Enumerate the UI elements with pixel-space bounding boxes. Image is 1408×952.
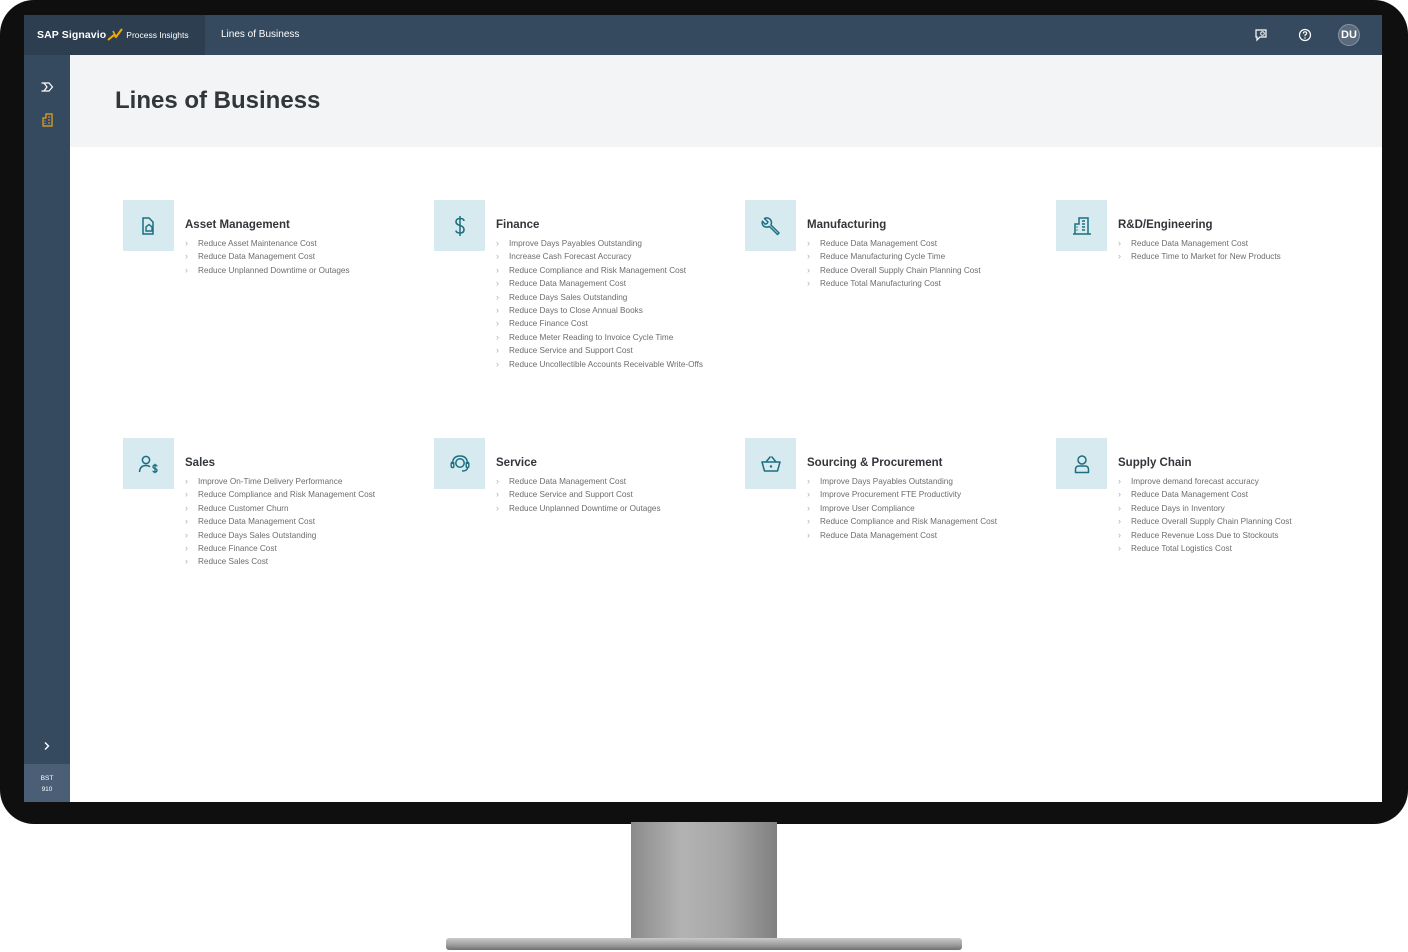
app-screen: SAP Signavio Process Insights Lines of B…: [24, 15, 1382, 802]
side-navigation: BST 910: [24, 55, 70, 802]
lob-metric-link[interactable]: Reduce Days Sales Outstanding: [496, 291, 711, 305]
lob-metric-link[interactable]: Reduce Compliance and Risk Management Co…: [185, 488, 400, 502]
lob-title: Finance: [496, 219, 540, 231]
lob-metric-list: Improve demand forecast accuracy Reduce …: [1118, 475, 1333, 556]
lob-metric-link[interactable]: Reduce Customer Churn: [185, 502, 400, 516]
monitor-stand-neck: [631, 822, 777, 942]
lob-metric-link[interactable]: Improve Days Payables Outstanding: [496, 237, 711, 251]
lob-metric-link[interactable]: Reduce Unplanned Downtime or Outages: [185, 264, 400, 278]
lob-metric-link[interactable]: Improve Days Payables Outstanding: [807, 475, 1022, 489]
lob-icon-tile: [1056, 438, 1107, 489]
lob-metric-list: Reduce Data Management Cost Reduce Servi…: [496, 475, 711, 516]
lob-metric-link[interactable]: Reduce Data Management Cost: [807, 529, 1022, 543]
lob-metric-link[interactable]: Reduce Data Management Cost: [185, 515, 400, 529]
lob-metric-link[interactable]: Reduce Sales Cost: [185, 555, 400, 569]
lob-metric-list: Reduce Data Management Cost Reduce Manuf…: [807, 237, 1022, 291]
lob-title: Service: [496, 457, 537, 469]
brand-home-link[interactable]: SAP Signavio Process Insights: [24, 15, 205, 55]
headset-icon: [450, 454, 470, 472]
signavio-logo-icon: [107, 28, 124, 42]
lob-metric-link[interactable]: Reduce Total Manufacturing Cost: [807, 277, 1022, 291]
lob-metric-link[interactable]: Reduce Days in Inventory: [1118, 502, 1333, 516]
lob-title: Sourcing & Procurement: [807, 457, 943, 469]
shell-bar: SAP Signavio Process Insights Lines of B…: [24, 15, 1382, 55]
lob-metric-link[interactable]: Reduce Uncollectible Accounts Receivable…: [496, 358, 711, 372]
page-header: Lines of Business: [70, 55, 1382, 147]
lob-title: Manufacturing: [807, 219, 887, 231]
chevron-right-icon: [44, 742, 50, 750]
lob-icon-tile: [123, 438, 174, 489]
shell-title: Lines of Business: [221, 29, 300, 40]
lob-metric-link[interactable]: Reduce Manufacturing Cycle Time: [807, 250, 1022, 264]
sidenav-item-lines-of-business[interactable]: [35, 109, 59, 131]
wrench-icon: [760, 216, 780, 235]
lob-metric-link[interactable]: Reduce Data Management Cost: [185, 250, 400, 264]
lob-metric-link[interactable]: Reduce Total Logistics Cost: [1118, 542, 1333, 556]
lob-icon-tile: [123, 200, 174, 251]
lob-icon-tile: [745, 438, 796, 489]
collapse-nav-icon: [41, 82, 54, 92]
lob-metric-link[interactable]: Improve On-Time Delivery Performance: [185, 475, 400, 489]
building-icon: [41, 113, 53, 127]
collapse-nav-button[interactable]: [35, 76, 59, 98]
lob-metric-link[interactable]: Reduce Days Sales Outstanding: [185, 529, 400, 543]
lob-metric-list: Reduce Data Management Cost Reduce Time …: [1118, 237, 1333, 264]
lob-metric-link[interactable]: Reduce Days to Close Annual Books: [496, 304, 711, 318]
lob-metric-link[interactable]: Reduce Asset Maintenance Cost: [185, 237, 400, 251]
lob-metric-link[interactable]: Reduce Service and Support Cost: [496, 344, 711, 358]
lob-icon-tile: [1056, 200, 1107, 251]
feedback-button[interactable]: [1250, 24, 1272, 46]
lob-metric-link[interactable]: Reduce Service and Support Cost: [496, 488, 711, 502]
lob-icon-tile: [434, 200, 485, 251]
lob-icon-tile: [745, 200, 796, 251]
feedback-icon: [1255, 29, 1267, 42]
expand-nav-button[interactable]: [35, 735, 59, 757]
lob-metric-link[interactable]: Reduce Data Management Cost: [496, 277, 711, 291]
asset-management-icon: [141, 216, 154, 235]
lob-metric-list: Improve Days Payables Outstanding Increa…: [496, 237, 711, 371]
lob-metric-link[interactable]: Reduce Unplanned Downtime or Outages: [496, 502, 711, 516]
user-avatar[interactable]: DU: [1338, 24, 1360, 46]
lob-metric-link[interactable]: Improve Procurement FTE Productivity: [807, 488, 1022, 502]
lob-metric-link[interactable]: Reduce Revenue Loss Due to Stockouts: [1118, 529, 1333, 543]
lob-metric-link[interactable]: Reduce Data Management Cost: [1118, 237, 1333, 251]
version-badge: BST 910: [24, 764, 70, 802]
lob-metric-link[interactable]: Increase Cash Forecast Accuracy: [496, 250, 711, 264]
lob-metric-link[interactable]: Reduce Compliance and Risk Management Co…: [496, 264, 711, 278]
dollar-icon: [454, 215, 465, 236]
help-icon: [1298, 28, 1312, 42]
help-button[interactable]: [1294, 24, 1316, 46]
lob-metric-link[interactable]: Reduce Overall Supply Chain Planning Cos…: [1118, 515, 1333, 529]
lob-metric-link[interactable]: Reduce Finance Cost: [496, 317, 711, 331]
lob-metric-link[interactable]: Improve demand forecast accuracy: [1118, 475, 1333, 489]
building-icon: [1072, 216, 1091, 235]
shell-actions: DU: [1228, 15, 1360, 55]
lob-metric-link[interactable]: Reduce Data Management Cost: [1118, 488, 1333, 502]
person-money-icon: [138, 455, 158, 473]
lob-metric-link[interactable]: Reduce Meter Reading to Invoice Cycle Ti…: [496, 331, 711, 345]
lob-metric-link[interactable]: Improve User Compliance: [807, 502, 1022, 516]
lob-metric-list: Improve On-Time Delivery Performance Red…: [185, 475, 400, 569]
lob-metric-link[interactable]: Reduce Overall Supply Chain Planning Cos…: [807, 264, 1022, 278]
person-icon: [1074, 454, 1089, 473]
lob-metric-link[interactable]: Reduce Data Management Cost: [807, 237, 1022, 251]
lob-title: R&D/Engineering: [1118, 219, 1213, 231]
version-line-2: 910: [41, 786, 53, 793]
lob-title: Supply Chain: [1118, 457, 1192, 469]
lob-metric-list: Reduce Asset Maintenance Cost Reduce Dat…: [185, 237, 400, 278]
lob-metric-link[interactable]: Reduce Finance Cost: [185, 542, 400, 556]
product-name: Process Insights: [126, 30, 189, 40]
brand-name: SAP Signavio: [37, 29, 107, 41]
lob-metric-link[interactable]: Reduce Data Management Cost: [496, 475, 711, 489]
lob-title: Asset Management: [185, 219, 290, 231]
lob-icon-tile: [434, 438, 485, 489]
monitor-stand-base: [446, 938, 962, 950]
lob-metric-list: Improve Days Payables Outstanding Improv…: [807, 475, 1022, 542]
lob-metric-link[interactable]: Reduce Time to Market for New Products: [1118, 250, 1333, 264]
version-line-1: BST: [40, 775, 54, 782]
basket-icon: [760, 455, 781, 472]
lob-title: Sales: [185, 457, 216, 469]
lob-metric-link[interactable]: Reduce Compliance and Risk Management Co…: [807, 515, 1022, 529]
page-title: Lines of Business: [115, 87, 321, 114]
